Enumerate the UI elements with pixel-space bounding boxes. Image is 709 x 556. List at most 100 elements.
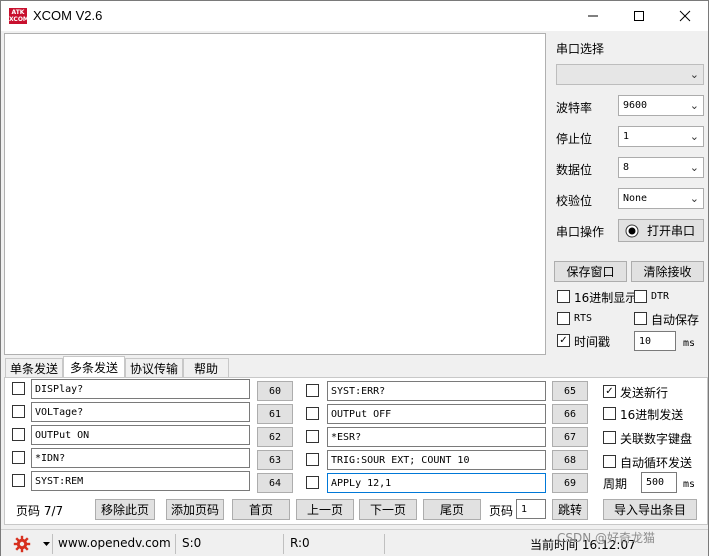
first-page-button[interactable]: 首页	[232, 499, 290, 520]
multi-send-input[interactable]: APPLy 12,1	[327, 473, 546, 493]
multi-send-input[interactable]: *ESR?	[327, 427, 546, 447]
page-number-input[interactable]: 1	[516, 499, 546, 519]
chevron-down-icon: ⌄	[689, 68, 699, 81]
chevron-down-icon: ⌄	[689, 99, 699, 112]
multi-send-button[interactable]: 61	[257, 404, 293, 424]
multi-send-button[interactable]: 65	[552, 381, 588, 401]
tab-help[interactable]: 帮助	[183, 358, 229, 378]
baud-select[interactable]: 9600 ⌄	[618, 95, 704, 116]
multi-send-input[interactable]: SYST:REM	[31, 471, 250, 491]
last-page-button[interactable]: 尾页	[423, 499, 481, 520]
multi-send-input[interactable]: SYST:ERR?	[327, 381, 546, 401]
link-keyboard-checkbox[interactable]	[603, 431, 616, 444]
multi-send-checkbox[interactable]	[12, 382, 25, 395]
multi-send-button[interactable]: 68	[552, 450, 588, 470]
stop-bits-select[interactable]: 1 ⌄	[618, 126, 704, 147]
check-icon: ✓	[605, 385, 614, 397]
multi-send-button[interactable]: 60	[257, 381, 293, 401]
website-link[interactable]: www.openedv.com	[58, 536, 171, 550]
app-logo: ATK XCOM	[9, 8, 29, 24]
check-icon: ✓	[559, 334, 568, 346]
data-bits-label: 数据位	[556, 163, 593, 177]
multi-send-checkbox[interactable]	[306, 407, 319, 420]
app-window: ATK XCOM XCOM V2.6 串口选择 ⌄ 波特率 9600 ⌄ 停止位 …	[0, 0, 709, 556]
port-status-icon	[625, 224, 639, 237]
import-export-button[interactable]: 导入导出条目	[603, 499, 697, 520]
status-divider	[384, 534, 385, 554]
receive-text-area[interactable]	[4, 33, 546, 355]
multi-send-input[interactable]: DISPlay?	[31, 379, 250, 399]
rts-checkbox[interactable]	[557, 312, 570, 325]
multi-send-checkbox[interactable]	[12, 451, 25, 464]
rts-label: RTS	[574, 313, 593, 324]
multi-send-input[interactable]: *IDN?	[31, 448, 250, 468]
jump-button[interactable]: 跳转	[552, 499, 588, 520]
gear-icon	[13, 535, 31, 553]
period-label: 周期	[603, 477, 628, 491]
hex-display-checkbox[interactable]	[557, 290, 570, 303]
maximize-button[interactable]	[616, 1, 662, 31]
multi-send-input[interactable]: VOLTage?	[31, 402, 250, 422]
tab-multi-send[interactable]: 多条发送	[63, 356, 125, 378]
chevron-down-icon: ⌄	[689, 192, 699, 205]
send-newline-checkbox[interactable]: ✓	[603, 385, 616, 398]
multi-send-button[interactable]: 67	[552, 427, 588, 447]
multi-send-checkbox[interactable]	[306, 476, 319, 489]
period-input[interactable]: 500	[641, 472, 677, 493]
title-bar: ATK XCOM XCOM V2.6	[1, 1, 708, 31]
close-icon	[679, 10, 691, 22]
multi-send-checkbox[interactable]	[12, 474, 25, 487]
multi-send-button[interactable]: 64	[257, 473, 293, 493]
multi-send-checkbox[interactable]	[306, 430, 319, 443]
baud-label: 波特率	[556, 101, 593, 115]
stop-bits-value: 1	[623, 131, 630, 142]
status-divider	[283, 534, 284, 554]
tab-single-send[interactable]: 单条发送	[5, 358, 63, 378]
parity-select[interactable]: None ⌄	[618, 188, 704, 209]
remove-page-button[interactable]: 移除此页	[95, 499, 155, 520]
prev-page-button[interactable]: 上一页	[296, 499, 354, 520]
timestamp-checkbox[interactable]: ✓	[557, 334, 570, 347]
page-label: 页码	[489, 504, 514, 518]
auto-save-checkbox[interactable]	[634, 312, 647, 325]
multi-send-button[interactable]: 63	[257, 450, 293, 470]
multi-send-button[interactable]: 66	[552, 404, 588, 424]
multi-send-checkbox[interactable]	[12, 428, 25, 441]
add-page-button[interactable]: 添加页码	[166, 499, 224, 520]
multi-send-checkbox[interactable]	[306, 453, 319, 466]
save-window-button[interactable]: 保存窗口	[554, 261, 627, 282]
received-count: R:0	[290, 536, 310, 550]
dtr-checkbox[interactable]	[634, 290, 647, 303]
multi-send-button[interactable]: 62	[257, 427, 293, 447]
port-select[interactable]: ⌄	[556, 64, 704, 85]
status-bar: www.openedv.com S:0 R:0 当前时间 16:12:07 CS…	[1, 529, 708, 556]
open-port-label: 打开串口	[647, 224, 696, 238]
multi-send-input[interactable]: OUTPut ON	[31, 425, 250, 445]
port-select-label: 串口选择	[556, 42, 605, 56]
status-divider	[175, 534, 176, 554]
hex-send-checkbox[interactable]	[603, 407, 616, 420]
next-page-button[interactable]: 下一页	[359, 499, 417, 520]
minimize-button[interactable]	[570, 1, 616, 31]
multi-send-checkbox[interactable]	[12, 405, 25, 418]
hex-display-label: 16进制显示	[574, 291, 638, 305]
timestamp-interval-input[interactable]: 10	[634, 331, 676, 351]
tab-protocol[interactable]: 协议传输	[125, 358, 183, 378]
auto-loop-checkbox[interactable]	[603, 455, 616, 468]
multi-send-checkbox[interactable]	[306, 384, 319, 397]
open-port-button[interactable]: 打开串口	[618, 219, 704, 242]
stop-bits-label: 停止位	[556, 132, 593, 146]
clear-receive-button[interactable]: 清除接收	[631, 261, 704, 282]
settings-button[interactable]	[13, 535, 51, 553]
auto-loop-label: 自动循环发送	[620, 456, 693, 470]
multi-send-input[interactable]: OUTPut OFF	[327, 404, 546, 424]
data-bits-value: 8	[623, 162, 630, 173]
minimize-icon	[588, 15, 598, 17]
close-button[interactable]	[662, 1, 708, 31]
chevron-down-icon: ⌄	[689, 161, 699, 174]
multi-send-input[interactable]: TRIG:SOUR EXT; COUNT 10	[327, 450, 546, 470]
watermark: CSDN @好奇龙猫	[557, 531, 656, 545]
data-bits-select[interactable]: 8 ⌄	[618, 157, 704, 178]
multi-send-button[interactable]: 69	[552, 473, 588, 493]
sent-count: S:0	[182, 536, 202, 550]
